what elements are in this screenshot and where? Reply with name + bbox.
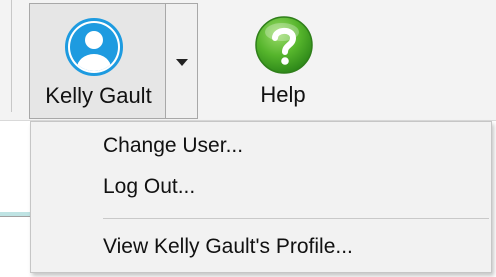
chevron-down-icon [176,59,188,66]
user-account-button[interactable]: Kelly Gault [29,3,166,119]
help-question-icon [255,16,313,74]
menu-separator [103,218,489,219]
user-avatar-icon [65,18,123,76]
user-dropdown-menu: Change User... Log Out... View Kelly Gau… [30,121,492,273]
background-divider [0,216,30,217]
menu-item-log-out[interactable]: Log Out... [31,167,491,207]
user-menu-dropdown-button[interactable] [166,3,198,119]
user-name-label: Kelly Gault [45,83,152,108]
ribbon-separator [11,0,12,112]
menu-item-change-user[interactable]: Change User... [31,126,491,166]
background-content [0,121,30,277]
user-account-main[interactable]: Kelly Gault [30,4,167,118]
menu-item-view-profile[interactable]: View Kelly Gault's Profile... [31,227,491,267]
help-label: Help [260,82,306,107]
help-button[interactable]: Help [228,3,338,119]
